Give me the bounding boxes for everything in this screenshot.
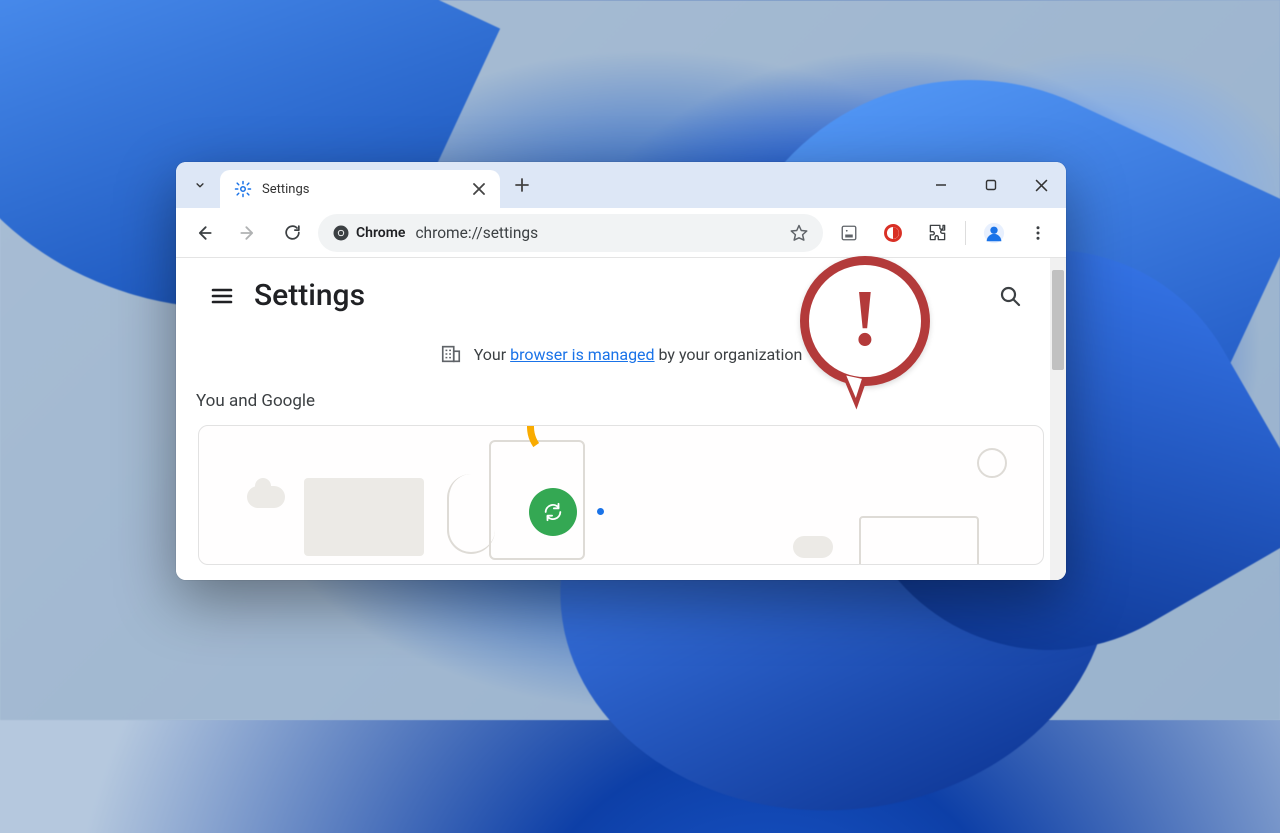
site-chip-label: Chrome <box>356 225 405 241</box>
browser-toolbar: Chrome chrome://settings <box>176 208 1066 258</box>
tab-settings[interactable]: Settings <box>220 170 500 208</box>
decor-dot-icon <box>597 508 604 515</box>
bookmark-star-icon[interactable] <box>789 223 809 243</box>
decor-sync-circle-icon <box>529 488 577 536</box>
maximize-button[interactable] <box>966 162 1016 208</box>
chrome-menu-button[interactable] <box>1020 215 1056 251</box>
extension-adblock-icon[interactable] <box>875 215 911 251</box>
page-title: Settings <box>254 278 365 313</box>
window-controls <box>916 162 1066 208</box>
search-tabs-button[interactable] <box>180 167 220 203</box>
profile-avatar-button[interactable] <box>976 215 1012 251</box>
back-button[interactable] <box>186 215 222 251</box>
section-you-and-google-label: You and Google <box>176 391 1066 425</box>
chrome-icon <box>332 224 350 242</box>
toolbar-divider <box>965 221 966 245</box>
extension-png-icon[interactable] <box>831 215 867 251</box>
new-tab-button[interactable] <box>506 169 538 201</box>
decor-circle-outline-icon <box>977 448 1007 478</box>
address-bar[interactable]: Chrome chrome://settings <box>318 214 823 252</box>
minimize-button[interactable] <box>916 162 966 208</box>
search-settings-button[interactable] <box>998 284 1022 308</box>
url-text: chrome://settings <box>415 224 538 242</box>
managed-link[interactable]: browser is managed <box>510 345 654 364</box>
titlebar: Settings <box>176 162 1066 208</box>
close-window-button[interactable] <box>1016 162 1066 208</box>
extensions-button[interactable] <box>919 215 955 251</box>
decor-squiggle-icon <box>447 474 495 554</box>
scrollbar[interactable] <box>1050 258 1066 580</box>
decor-cloud2-icon <box>793 536 833 558</box>
forward-button[interactable] <box>230 215 266 251</box>
exclamation-callout-icon: ! <box>800 256 930 386</box>
managed-text: Your browser is managed by your organiza… <box>474 345 803 364</box>
settings-gear-icon <box>234 180 252 198</box>
hamburger-menu-button[interactable] <box>210 284 234 308</box>
site-chip: Chrome <box>332 224 405 242</box>
tab-title: Settings <box>262 182 309 197</box>
managed-org-icon <box>440 343 462 365</box>
annotation-callout: ! <box>800 256 940 396</box>
reload-button[interactable] <box>274 215 310 251</box>
scrollbar-thumb[interactable] <box>1052 270 1064 370</box>
sync-promo-card[interactable] <box>198 425 1044 565</box>
close-tab-button[interactable] <box>468 178 490 200</box>
decor-laptop-outline-icon <box>859 516 979 565</box>
